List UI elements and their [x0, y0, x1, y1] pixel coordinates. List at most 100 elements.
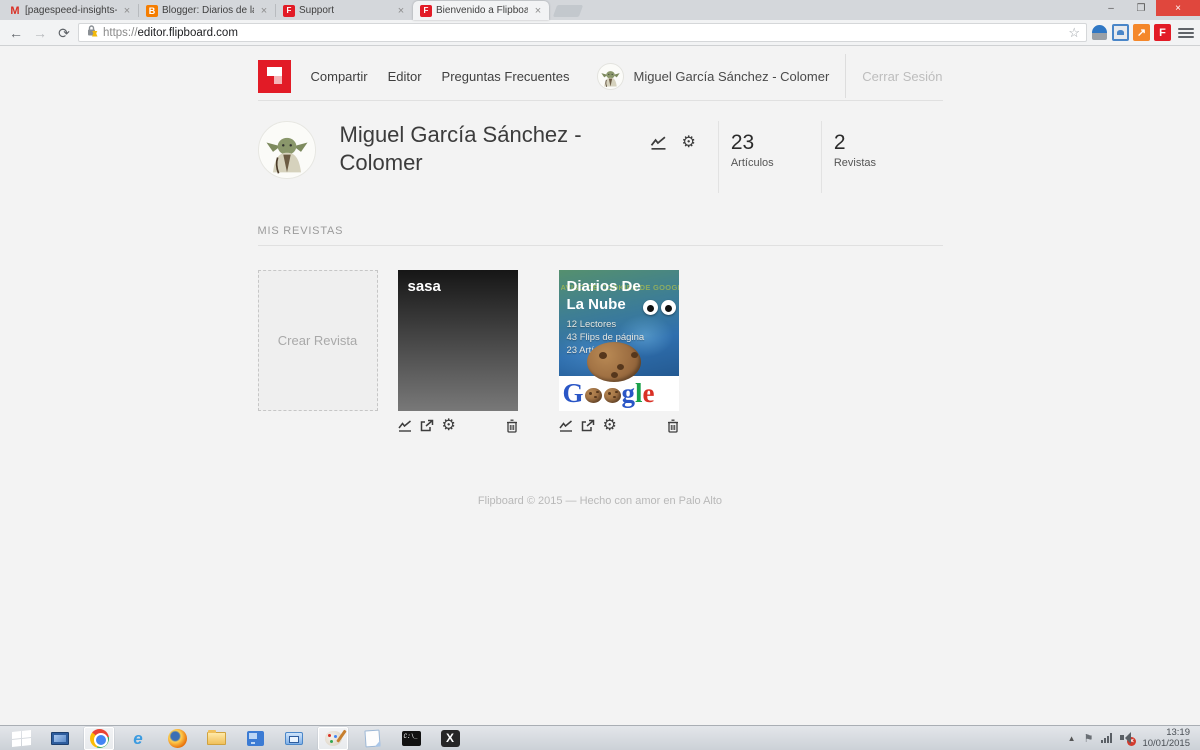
address-bar[interactable]: https://editor.flipboard.com ☆ — [78, 23, 1087, 42]
stat-articles: 23 Artículos — [719, 121, 821, 169]
restore-button[interactable]: ❐ — [1126, 0, 1156, 16]
magazine-settings-gear-icon[interactable]: ⚙ — [442, 417, 456, 434]
profile-avatar[interactable] — [257, 121, 316, 179]
google-letter: g — [621, 378, 636, 408]
gmail-icon: M — [10, 4, 20, 17]
profile-section: Miguel García Sánchez - Colomer ⚙ 23 Art… — [257, 121, 943, 193]
flipboard-favicon-icon: F — [283, 4, 295, 17]
volume-muted-icon[interactable]: × — [1120, 732, 1137, 746]
chrome-menu-icon[interactable] — [1178, 27, 1194, 38]
stat-magazines: 2 Revistas — [822, 121, 924, 169]
taskbar-file-explorer-icon[interactable] — [201, 727, 231, 750]
create-magazine-card[interactable]: Crear Revista — [257, 270, 378, 411]
stat-label: Artículos — [730, 157, 774, 169]
tab-flipboard-active[interactable]: F Bienvenido a Flipboard — × — [413, 1, 549, 20]
section-rule — [257, 245, 943, 246]
settings-gear-icon[interactable]: ⚙ — [682, 135, 696, 151]
tab-close-icon[interactable]: × — [121, 5, 133, 17]
share-icon[interactable] — [581, 419, 595, 432]
analytics-chart-icon[interactable] — [558, 419, 573, 432]
taskbar-chrome-icon[interactable] — [84, 726, 114, 750]
flipboard-logo[interactable] — [257, 59, 291, 93]
tab-title: Blogger: Diarios de la nub — [162, 5, 254, 16]
nav-preguntas-frecuentes[interactable]: Preguntas Frecuentes — [442, 69, 570, 84]
google-letter: e — [642, 378, 655, 408]
blogger-icon: B — [146, 4, 158, 17]
extension-webmaster-icon[interactable] — [1112, 24, 1129, 41]
extension-analytics-icon[interactable]: ↗ — [1133, 24, 1150, 41]
tab-close-icon[interactable]: × — [258, 5, 270, 17]
nav-editor[interactable]: Editor — [388, 69, 422, 84]
extension-pagespeed-icon[interactable] — [1091, 24, 1108, 41]
magazine-card-diarios[interactable]: AVISO DE COOKIES DE GOOGLE Diarios De La… — [558, 270, 679, 411]
tab-title: [pagespeed-insights-disc — [25, 5, 117, 16]
magazine-diarios: AVISO DE COOKIES DE GOOGLE Diarios De La… — [558, 270, 679, 434]
google-letter: G — [562, 378, 584, 408]
magazine-title: sasa — [407, 278, 441, 295]
site-header: Compartir Editor Preguntas Frecuentes Mi… — [0, 46, 1200, 101]
magazine-card-sasa[interactable]: sasa — [397, 270, 518, 411]
magazine-cards-row: Crear Revista sasa ⚙ AVISO DE COOKIES DE… — [257, 270, 943, 434]
share-icon[interactable] — [420, 419, 434, 432]
header-username[interactable]: Miguel García Sánchez - Colomer — [633, 69, 829, 84]
tab-close-icon[interactable]: × — [395, 5, 407, 17]
network-signal-icon[interactable] — [1101, 733, 1113, 743]
close-button[interactable]: × — [1156, 0, 1200, 16]
browser-toolbar: ← → ⟳ https://editor.flipboard.com ☆ ↗ F — [0, 20, 1200, 46]
taskbar-paint-icon[interactable] — [318, 726, 348, 750]
delete-trash-icon[interactable] — [506, 419, 518, 433]
tab-title: Bienvenido a Flipboard — — [436, 5, 528, 16]
url-text[interactable]: https://editor.flipboard.com — [103, 27, 1063, 39]
tab-pagespeed[interactable]: M [pagespeed-insights-disc × — [2, 1, 138, 20]
bookmark-star-icon[interactable]: ☆ — [1068, 25, 1080, 41]
stat-value: 2 — [833, 131, 846, 154]
tab-strip: M [pagespeed-insights-disc × B Blogger: … — [0, 0, 1200, 20]
extension-flipboard-icon[interactable]: F — [1154, 24, 1171, 41]
forward-button[interactable]: → — [30, 26, 50, 40]
taskbar-notepad-icon[interactable] — [357, 727, 387, 750]
my-magazines-section: MIS REVISTAS — [257, 225, 943, 246]
stat-label: Revistas — [833, 157, 877, 169]
nav-compartir[interactable]: Compartir — [311, 69, 368, 84]
tab-blogger[interactable]: B Blogger: Diarios de la nub × — [138, 1, 275, 20]
tab-close-icon[interactable]: × — [532, 5, 544, 17]
magazine-actions: ⚙ — [397, 417, 518, 434]
delete-trash-icon[interactable] — [667, 419, 679, 433]
stat-value: 23 — [730, 131, 755, 154]
system-tray: ▲ ⚑ × 13:19 10/01/2015 — [1068, 727, 1194, 749]
windows-taskbar: e X ▲ ⚑ × 13:19 10/01/2015 — [0, 725, 1200, 750]
taskbar-firefox-icon[interactable] — [162, 727, 192, 750]
taskbar-desktop-icon[interactable] — [45, 727, 75, 750]
taskbar-command-prompt-icon[interactable] — [396, 727, 426, 750]
new-tab-button[interactable] — [552, 5, 584, 17]
magazine-settings-gear-icon[interactable]: ⚙ — [603, 417, 617, 434]
taskbar-x-app-icon[interactable]: X — [435, 727, 465, 750]
flipboard-editor-page: Compartir Editor Preguntas Frecuentes Mi… — [0, 46, 1200, 725]
tab-support[interactable]: F Support × — [275, 1, 412, 20]
windows-logo-icon — [11, 729, 31, 747]
google-letter: l — [635, 378, 643, 408]
magazine-cover-image: AVISO DE COOKIES DE GOOGLE Diarios De La… — [559, 270, 679, 382]
cookie-o-icon — [603, 388, 621, 403]
action-center-flag-icon[interactable]: ⚑ — [1084, 732, 1094, 745]
site-nav: Compartir Editor Preguntas Frecuentes — [311, 69, 570, 84]
minimize-button[interactable]: – — [1096, 0, 1126, 16]
taskbar-clock[interactable]: 13:19 10/01/2015 — [1142, 727, 1194, 749]
user-avatar[interactable] — [597, 62, 625, 90]
analytics-chart-icon[interactable] — [397, 419, 412, 432]
flipboard-favicon-icon: F — [420, 4, 432, 17]
clock-time: 13:19 — [1166, 727, 1190, 738]
back-button[interactable]: ← — [6, 26, 26, 40]
start-button[interactable] — [6, 727, 36, 750]
header-divider — [845, 54, 847, 98]
cookie-o-icon — [584, 388, 602, 403]
reload-button[interactable]: ⟳ — [54, 26, 74, 40]
logout-link[interactable]: Cerrar Sesión — [862, 69, 942, 84]
create-magazine-label: Crear Revista — [277, 333, 358, 348]
taskbar-remote-desktop-icon[interactable] — [279, 727, 309, 750]
stats-chart-icon[interactable] — [650, 136, 667, 150]
tray-show-hidden-icon[interactable]: ▲ — [1068, 734, 1076, 743]
taskbar-internet-explorer-icon[interactable]: e — [123, 727, 153, 750]
taskbar-display-settings-icon[interactable] — [240, 727, 270, 750]
section-title: MIS REVISTAS — [257, 225, 344, 237]
